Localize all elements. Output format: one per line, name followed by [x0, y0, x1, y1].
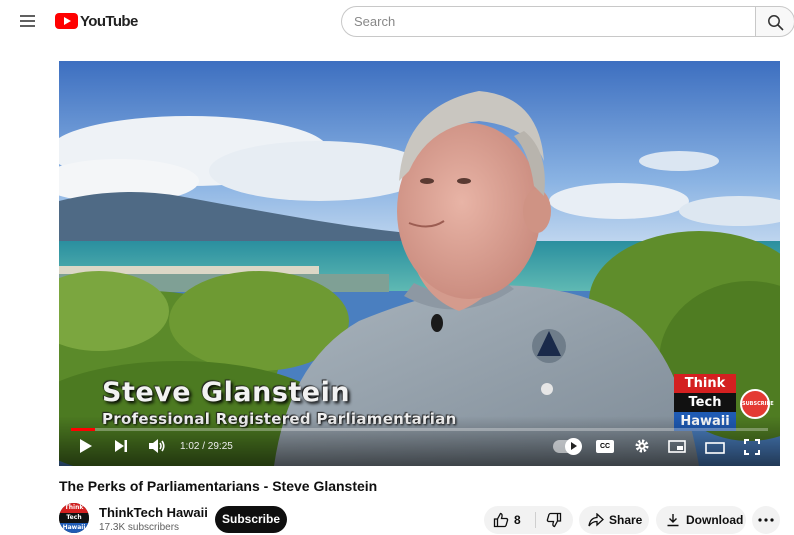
- video-title: The Perks of Parliamentarians - Steve Gl…: [59, 478, 378, 494]
- avatar-line: Hawaii: [59, 523, 89, 533]
- youtube-logo[interactable]: YouTube: [55, 12, 138, 30]
- player-controls: 1:02 / 29:25 CC: [59, 416, 780, 466]
- autoplay-toggle[interactable]: [553, 438, 582, 455]
- like-dislike-group: 8: [484, 506, 573, 534]
- avatar-line: Tech: [59, 513, 89, 523]
- download-label: Download: [686, 513, 744, 527]
- autoplay-knob: [565, 438, 582, 455]
- progress-bar[interactable]: [71, 428, 768, 431]
- subscriber-count: 17.3K subscribers: [99, 522, 180, 533]
- thumbs-up-icon: [493, 512, 509, 528]
- more-horizontal-icon: [758, 518, 774, 522]
- settings-button[interactable]: [634, 438, 650, 459]
- volume-icon: [149, 439, 165, 453]
- subscribe-button[interactable]: Subscribe: [215, 506, 287, 533]
- like-button[interactable]: 8: [484, 506, 535, 534]
- channel-avatar[interactable]: Think Tech Hawaii: [59, 503, 89, 533]
- theater-mode-icon: [705, 442, 725, 454]
- youtube-play-icon: [55, 13, 78, 29]
- search-icon: [768, 15, 784, 31]
- avatar-line: Think: [59, 503, 89, 513]
- miniplayer-icon: [668, 440, 686, 453]
- volume-button[interactable]: [148, 438, 166, 459]
- hamburger-menu-icon[interactable]: [18, 12, 38, 30]
- theater-mode-button[interactable]: [705, 441, 725, 459]
- next-button[interactable]: [114, 439, 128, 458]
- play-icon: [80, 439, 92, 453]
- search-input[interactable]: [341, 6, 755, 37]
- download-button[interactable]: Download: [656, 506, 746, 534]
- watermark-line: Think: [674, 374, 736, 393]
- captions-button[interactable]: CC: [596, 440, 614, 453]
- fullscreen-button[interactable]: [744, 439, 760, 460]
- lower-third-name: Steve Glanstein: [102, 377, 351, 408]
- time-display: 1:02 / 29:25: [180, 441, 233, 452]
- search-bar: [341, 6, 794, 37]
- play-button[interactable]: [79, 438, 93, 459]
- skip-next-icon: [115, 440, 127, 452]
- download-icon: [667, 514, 679, 527]
- progress-bar-fill: [71, 428, 96, 431]
- channel-name[interactable]: ThinkTech Hawaii: [99, 505, 208, 520]
- thumbs-down-icon: [546, 512, 562, 528]
- like-count: 8: [514, 513, 521, 527]
- top-bar: YouTube: [0, 0, 794, 44]
- logo-text: YouTube: [80, 12, 138, 30]
- share-button[interactable]: Share: [579, 506, 649, 534]
- fullscreen-icon: [744, 439, 760, 455]
- share-icon: [588, 513, 604, 527]
- video-player[interactable]: Steve Glanstein Professional Registered …: [59, 61, 780, 466]
- watermark-line: Tech: [674, 393, 736, 412]
- subscribe-watermark-badge[interactable]: SUBSCRIBE: [740, 389, 774, 419]
- share-label: Share: [609, 513, 643, 527]
- search-button[interactable]: [755, 6, 794, 37]
- miniplayer-button[interactable]: [668, 440, 686, 458]
- dislike-button[interactable]: [536, 506, 573, 534]
- more-actions-button[interactable]: [752, 506, 780, 534]
- gear-icon: [635, 439, 649, 453]
